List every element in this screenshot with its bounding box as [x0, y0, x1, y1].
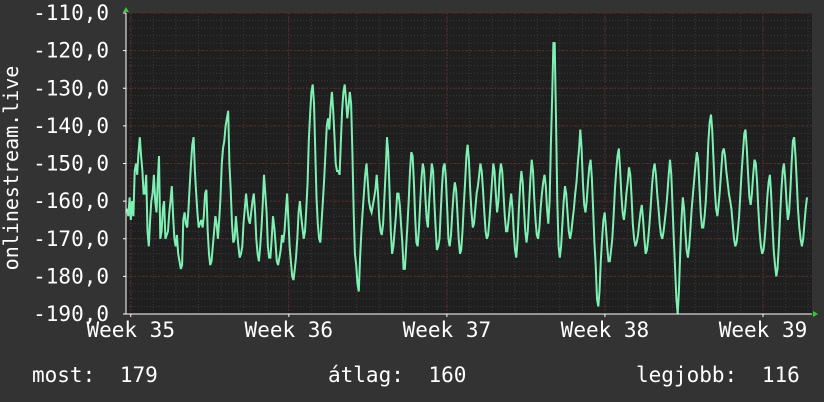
x-tick-label: Week 37 [403, 318, 492, 342]
y-tick-label: -120,0 [33, 39, 109, 63]
y-tick-label: -170,0 [33, 227, 109, 251]
y-tick-label: -130,0 [33, 76, 109, 100]
x-tick-label: Week 36 [245, 318, 334, 342]
stat-legjobb-value: 116 [762, 363, 800, 387]
chart-root: onlinestream.live -110,0 -120,0 -130,0 -140… [0, 0, 824, 402]
stat-atlag-value: 160 [429, 363, 467, 387]
x-tick-label: Week 35 [86, 318, 175, 342]
stats-row: most: 179 átlag: 160 legjobb: 116 [32, 363, 800, 387]
stat-most: most: 179 [32, 363, 158, 387]
line-chart: onlinestream.live -110,0 -120,0 -130,0 -140… [0, 1, 818, 387]
stat-atlag: átlag: 160 [328, 363, 466, 387]
y-tick-labels: -110,0 -120,0 -130,0 -140,0 -150,0 -160,0 -170… [33, 1, 109, 326]
stat-atlag-label: átlag: [328, 363, 404, 387]
x-tick-labels: Week 35 Week 36 Week 37 Week 38 Week 39 [86, 318, 807, 342]
y-tick-label: -150,0 [33, 152, 109, 176]
x-tick-label: Week 39 [719, 318, 808, 342]
stat-legjobb: legjobb: 116 [636, 363, 800, 387]
y-tick-label: -180,0 [33, 264, 109, 288]
y-tick-label: -110,0 [33, 1, 109, 25]
y-tick-label: -140,0 [33, 114, 109, 138]
stat-most-label: most: [32, 363, 95, 387]
y-tick-label: -160,0 [33, 189, 109, 213]
y-axis-arrow [123, 7, 129, 12]
x-axis-arrow [813, 311, 818, 317]
y-axis-label: onlinestream.live [0, 66, 23, 271]
stat-most-value: 179 [120, 363, 158, 387]
stat-legjobb-label: legjobb: [636, 363, 737, 387]
x-tick-label: Week 38 [561, 318, 650, 342]
